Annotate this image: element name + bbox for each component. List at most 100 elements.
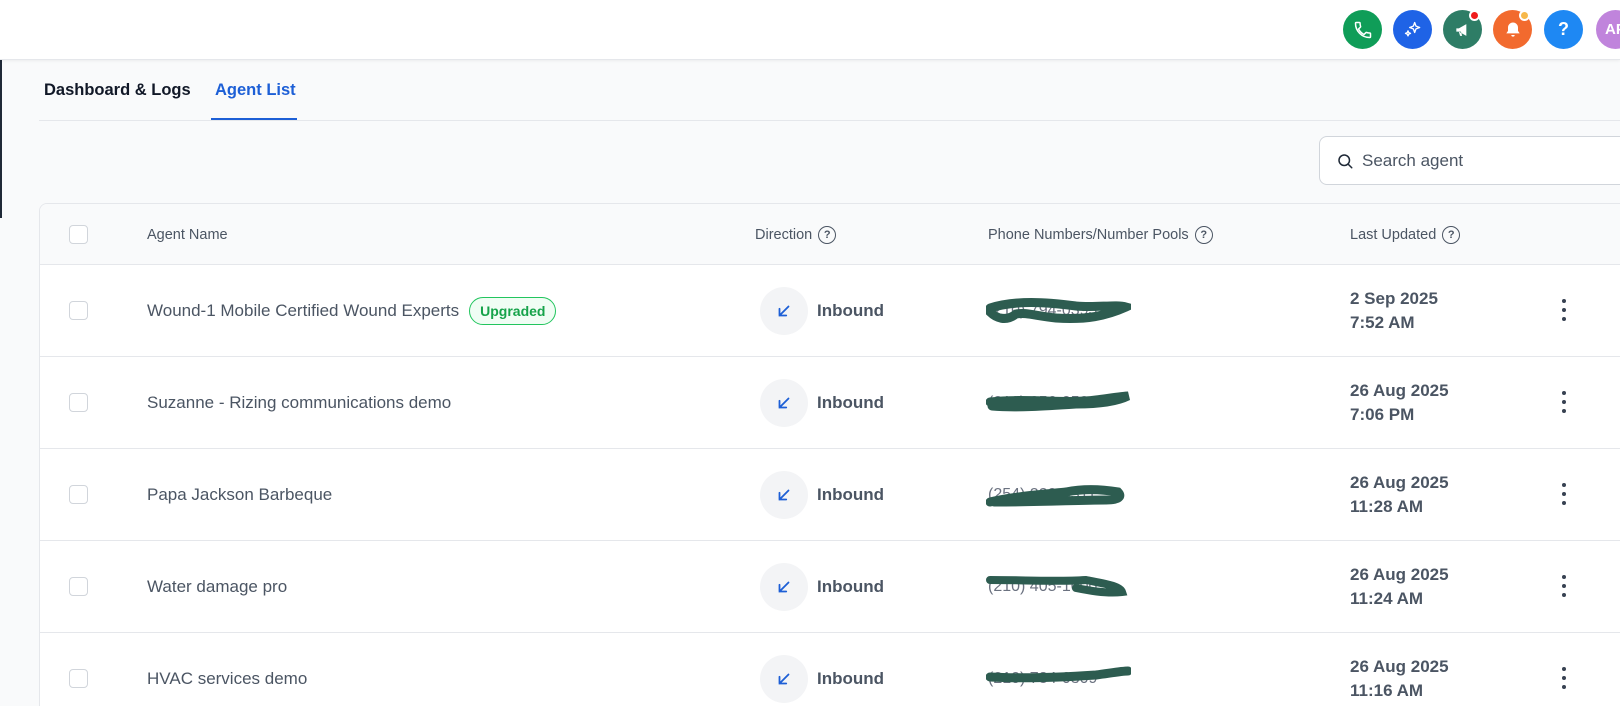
row-checkbox[interactable] <box>69 393 88 412</box>
table-row[interactable]: Papa Jackson Barbeque Inbound (254) 220-… <box>40 449 1620 541</box>
kebab-icon <box>1562 575 1566 579</box>
arrow-down-left-icon <box>778 581 790 593</box>
agent-name: Wound-1 Mobile Certified Wound Experts <box>147 301 460 320</box>
top-bar: ? AP <box>0 0 1620 60</box>
more-options-button[interactable] <box>1559 299 1569 321</box>
select-all-checkbox[interactable] <box>69 225 88 244</box>
last-updated-time: 11:24 AM <box>1350 589 1424 608</box>
sparkle-icon <box>1404 21 1420 36</box>
last-updated-time: 7:06 PM <box>1350 405 1415 424</box>
row-checkbox[interactable] <box>69 577 88 596</box>
search-icon <box>1338 153 1353 168</box>
column-label: Direction <box>755 226 813 243</box>
arrow-down-left-icon <box>778 673 790 685</box>
search-box[interactable] <box>1319 136 1620 185</box>
last-updated-date: 26 Aug 2025 <box>1350 657 1449 676</box>
notifications-button[interactable] <box>1493 10 1532 49</box>
table-row[interactable]: Suzanne - Rizing communications demo Inb… <box>40 357 1620 449</box>
agent-name: Water damage pro <box>147 577 288 596</box>
agent-name: Suzanne - Rizing communications demo <box>147 393 452 412</box>
row-checkbox[interactable] <box>69 301 88 320</box>
help-circle-icon[interactable]: ? <box>818 225 837 244</box>
column-header-phone-numbers[interactable]: Phone Numbers/Number Pools? <box>988 204 1213 265</box>
search-input[interactable] <box>1362 150 1612 171</box>
notification-dot <box>1519 10 1530 21</box>
column-header-last-updated[interactable]: Last Updated? <box>1350 204 1461 265</box>
arrow-down-left-icon <box>778 397 790 409</box>
last-updated-time: 11:28 AM <box>1350 497 1424 516</box>
direction-badge <box>760 563 808 611</box>
kebab-icon <box>1562 667 1566 671</box>
redaction-scribble <box>986 575 1128 597</box>
more-options-button[interactable] <box>1559 391 1569 413</box>
notification-dot <box>1469 10 1480 21</box>
last-updated: 26 Aug 2025 11:28 AM <box>1350 471 1449 519</box>
agent-name: HVAC services demo <box>147 669 308 688</box>
redaction-scribble <box>986 666 1131 683</box>
redaction-scribble <box>986 298 1131 323</box>
last-updated-date: 2 Sep 2025 <box>1350 289 1438 308</box>
row-checkbox[interactable] <box>69 485 88 504</box>
kebab-icon <box>1562 483 1566 487</box>
avatar[interactable]: AP <box>1596 10 1620 49</box>
column-label: Agent Name <box>147 226 228 243</box>
table-row[interactable]: HVAC services demo Inbound (210) 784-030… <box>40 633 1620 706</box>
ai-assistant-button[interactable] <box>1393 10 1432 49</box>
column-header-direction[interactable]: Direction? <box>755 204 837 265</box>
last-updated: 26 Aug 2025 7:06 PM <box>1350 379 1449 427</box>
last-updated: 26 Aug 2025 11:16 AM <box>1350 655 1449 703</box>
agent-name-cell[interactable]: Suzanne - Rizing communications demo <box>147 357 451 449</box>
last-updated-time: 7:52 AM <box>1350 313 1415 332</box>
direction-label: Inbound <box>817 577 885 596</box>
tab-dashboard-logs[interactable]: Dashboard & Logs <box>44 60 191 121</box>
announcements-button[interactable] <box>1443 10 1482 49</box>
agent-name-cell[interactable]: Wound-1 Mobile Certified Wound Experts Up… <box>147 265 557 357</box>
last-updated: 26 Aug 2025 11:24 AM <box>1350 563 1449 611</box>
agent-name-cell[interactable]: Water damage pro <box>147 541 287 633</box>
last-updated-time: 11:16 AM <box>1350 681 1424 700</box>
column-header-agent-name[interactable]: Agent Name <box>147 204 228 265</box>
more-options-button[interactable] <box>1559 575 1569 597</box>
direction-label: Inbound <box>817 301 885 320</box>
more-options-button[interactable] <box>1559 483 1569 505</box>
column-label: Last Updated <box>1350 226 1437 243</box>
table-header: Agent Name Direction? Phone Numbers/Numb… <box>40 204 1620 265</box>
direction-badge <box>760 655 808 703</box>
last-updated-date: 26 Aug 2025 <box>1350 565 1449 584</box>
agent-name-cell[interactable]: HVAC services demo <box>147 633 307 706</box>
table-row[interactable]: Water damage pro Inbound (210) 405-1000 … <box>40 541 1620 633</box>
help-icon: ? <box>1558 19 1569 39</box>
more-options-button[interactable] <box>1559 667 1569 689</box>
table-row[interactable]: Wound-1 Mobile Certified Wound Experts Up… <box>40 265 1620 357</box>
active-tab-indicator <box>211 118 297 120</box>
help-button[interactable]: ? <box>1544 10 1583 49</box>
direction-badge <box>760 379 808 427</box>
agent-name: Papa Jackson Barbeque <box>147 485 333 504</box>
phone-button[interactable] <box>1343 10 1382 49</box>
help-circle-icon[interactable]: ? <box>1442 225 1461 244</box>
column-label: Phone Numbers/Number Pools <box>988 226 1189 243</box>
tab-agent-list[interactable]: Agent List <box>211 60 300 121</box>
direction-badge <box>760 471 808 519</box>
last-updated-date: 26 Aug 2025 <box>1350 381 1449 400</box>
direction-label: Inbound <box>817 393 885 412</box>
row-checkbox[interactable] <box>69 669 88 688</box>
megaphone-icon <box>1455 23 1466 36</box>
status-badge: Upgraded <box>469 297 557 325</box>
direction-label: Inbound <box>817 485 885 504</box>
redaction-scribble <box>986 391 1131 412</box>
redaction-scribble <box>986 485 1125 507</box>
arrow-down-left-icon <box>778 305 790 317</box>
last-updated-date: 26 Aug 2025 <box>1350 473 1449 492</box>
direction-label: Inbound <box>817 669 885 688</box>
last-updated: 2 Sep 2025 7:52 AM <box>1350 287 1438 335</box>
help-circle-icon[interactable]: ? <box>1194 225 1213 244</box>
kebab-icon <box>1562 299 1566 303</box>
agent-table: Agent Name Direction? Phone Numbers/Numb… <box>39 203 1620 706</box>
direction-badge <box>760 287 808 335</box>
bell-icon <box>1505 22 1520 37</box>
phone-icon <box>1354 21 1371 38</box>
agent-name-cell[interactable]: Papa Jackson Barbeque <box>147 449 332 541</box>
kebab-icon <box>1562 391 1566 395</box>
arrow-down-left-icon <box>778 489 790 501</box>
